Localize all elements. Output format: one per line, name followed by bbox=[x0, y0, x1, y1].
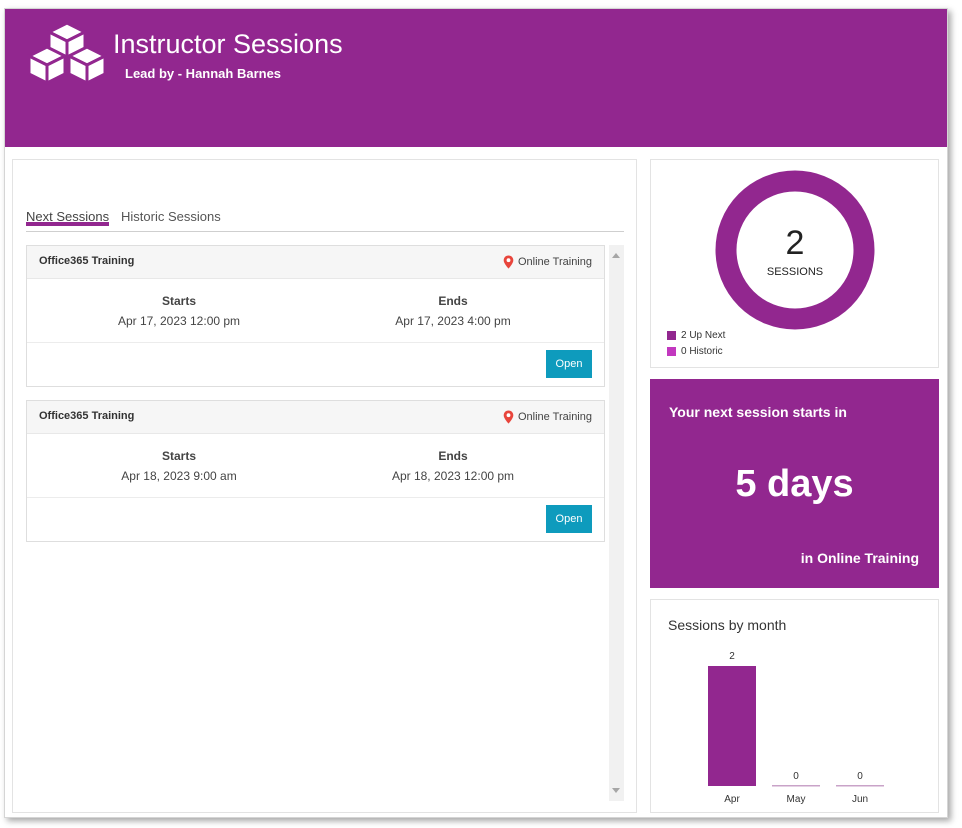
sessions-by-month-panel: Sessions by month 2 Apr 0 May 0 Jun bbox=[650, 599, 939, 813]
legend-swatch bbox=[667, 330, 676, 340]
open-session-button[interactable]: Open bbox=[546, 505, 592, 533]
legend-item-up-next: 2 Up Next bbox=[667, 327, 725, 343]
tab-historic-sessions[interactable]: Historic Sessions bbox=[121, 209, 221, 224]
session-end: Ends Apr 18, 2023 12:00 pm bbox=[353, 449, 553, 483]
session-start: Starts Apr 18, 2023 9:00 am bbox=[79, 449, 279, 483]
session-card-footer: Open bbox=[27, 498, 604, 541]
starts-label: Starts bbox=[161, 449, 196, 463]
chart-data-label: 0 bbox=[793, 771, 799, 782]
session-summary-panel: 2 SESSIONS 2 Up Next 0 Historic bbox=[650, 159, 939, 368]
session-location: Online Training bbox=[503, 410, 592, 424]
chart-data-label: 0 bbox=[857, 771, 863, 782]
ends-value: Apr 18, 2023 12:00 pm bbox=[391, 469, 515, 483]
session-location-label: Online Training bbox=[518, 411, 592, 423]
session-title: Office365 Training bbox=[39, 410, 135, 422]
legend-swatch bbox=[667, 346, 676, 356]
chart-tick-label: Apr bbox=[724, 794, 740, 805]
starts-value: Apr 18, 2023 9:00 am bbox=[121, 469, 237, 483]
ends-label: Ends bbox=[438, 449, 468, 463]
ends-value: Apr 17, 2023 4:00 pm bbox=[395, 314, 511, 328]
legend-label: 2 Up Next bbox=[681, 329, 726, 341]
sessions-by-month-chart: 2 Apr 0 May 0 Jun bbox=[708, 651, 884, 805]
instructor-name: Lead by - Hannah Barnes bbox=[125, 66, 282, 81]
session-title: Office365 Training bbox=[39, 255, 135, 267]
legend-item-historic: 0 Historic bbox=[667, 343, 725, 359]
legend-label: 0 Historic bbox=[681, 345, 723, 357]
session-list[interactable]: Office365 Training Online Training Start… bbox=[26, 245, 624, 805]
session-location: Online Training bbox=[503, 255, 592, 269]
page-title: Instructor Sessions bbox=[113, 29, 343, 59]
boxes-icon bbox=[27, 21, 107, 85]
ends-label: Ends bbox=[438, 294, 468, 308]
session-card: Office365 Training Online Training Start… bbox=[26, 245, 605, 387]
session-card-header: Office365 Training Online Training bbox=[27, 401, 604, 434]
scroll-down-arrow-icon[interactable] bbox=[612, 788, 620, 793]
open-session-button[interactable]: Open bbox=[546, 350, 592, 378]
page-header: Instructor Sessions Lead by - Hannah Bar… bbox=[5, 9, 947, 147]
session-times: Starts Apr 18, 2023 9:00 am Ends Apr 18,… bbox=[27, 434, 604, 498]
scroll-up-arrow-icon[interactable] bbox=[612, 253, 620, 258]
active-tab-indicator bbox=[26, 222, 109, 226]
session-location-label: Online Training bbox=[518, 256, 592, 268]
chart-bar-apr[interactable] bbox=[708, 666, 756, 786]
map-pin-icon bbox=[503, 410, 514, 424]
chart-bar-may[interactable] bbox=[772, 785, 820, 787]
tab-next-sessions[interactable]: Next Sessions bbox=[26, 209, 109, 226]
session-count: 2 bbox=[786, 224, 805, 262]
list-scrollbar[interactable] bbox=[609, 245, 624, 801]
next-session-location: in Online Training bbox=[800, 550, 919, 566]
starts-label: Starts bbox=[161, 294, 196, 308]
chart-bar-jun[interactable] bbox=[836, 785, 884, 787]
session-start: Starts Apr 17, 2023 12:00 pm bbox=[79, 294, 279, 328]
session-end: Ends Apr 17, 2023 4:00 pm bbox=[353, 294, 553, 328]
tab-historic-sessions-label: Historic Sessions bbox=[121, 209, 221, 224]
chart-tick-label: Jun bbox=[852, 794, 868, 805]
session-card-header: Office365 Training Online Training bbox=[27, 246, 604, 279]
next-session-label: Your next session starts in bbox=[669, 404, 847, 420]
donut-legend: 2 Up Next 0 Historic bbox=[667, 327, 725, 359]
session-card: Office365 Training Online Training Start… bbox=[26, 400, 605, 542]
map-pin-icon bbox=[503, 255, 514, 269]
sessions-panel: Next Sessions Historic Sessions Office36… bbox=[12, 159, 637, 813]
next-session-countdown: 5 days bbox=[735, 463, 854, 505]
session-times: Starts Apr 17, 2023 12:00 pm Ends Apr 17… bbox=[27, 279, 604, 343]
chart-tick-label: May bbox=[787, 794, 806, 805]
chart-data-label: 2 bbox=[729, 651, 735, 662]
session-count-label: SESSIONS bbox=[767, 266, 823, 278]
app-window: Instructor Sessions Lead by - Hannah Bar… bbox=[4, 8, 948, 818]
starts-value: Apr 17, 2023 12:00 pm bbox=[117, 314, 241, 328]
sessions-donut: 2 SESSIONS bbox=[715, 170, 875, 330]
session-card-footer: Open bbox=[27, 343, 604, 386]
next-session-panel: Your next session starts in 5 days in On… bbox=[650, 379, 939, 588]
session-tabs: Next Sessions Historic Sessions bbox=[26, 206, 624, 232]
